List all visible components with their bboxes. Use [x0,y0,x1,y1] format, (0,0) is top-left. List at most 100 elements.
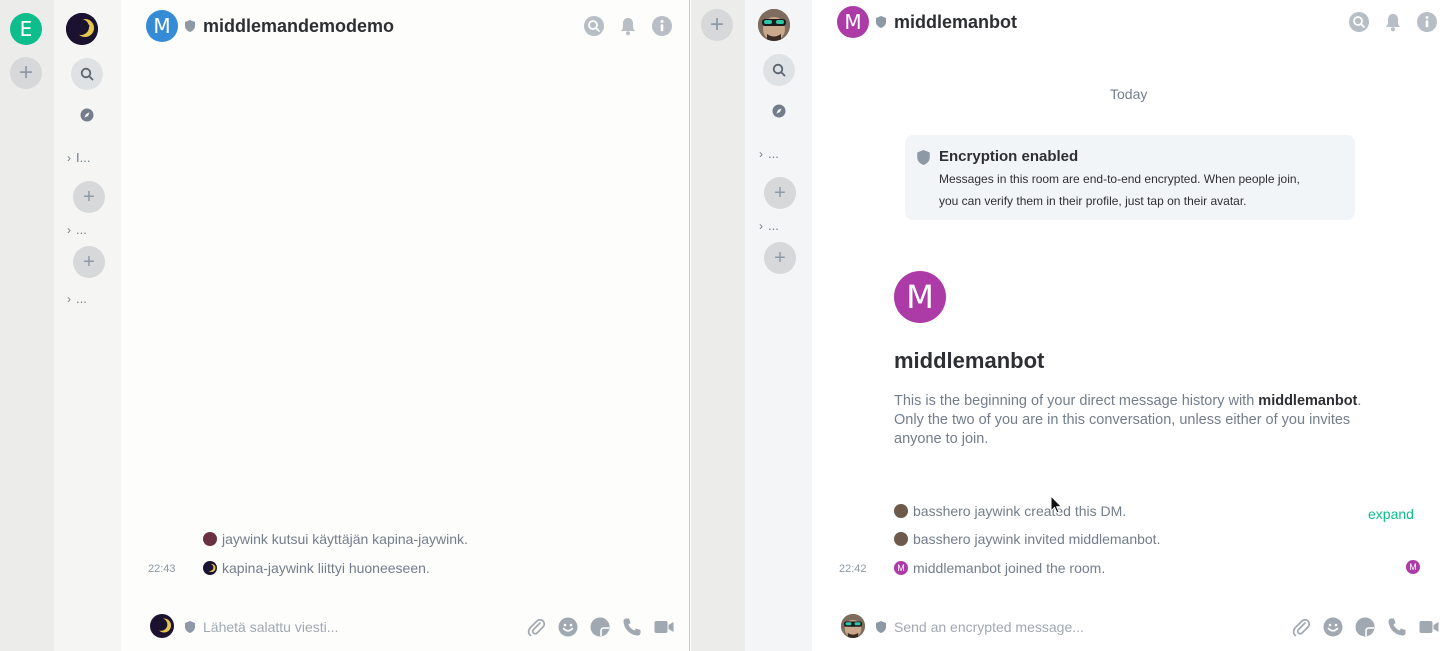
sticker-icon[interactable] [590,617,610,637]
intro-bold-name: middlemanbot [1258,393,1358,409]
room-info-icon[interactable] [1417,12,1437,32]
explore-button[interactable] [771,103,787,119]
chevron-right-icon: › [759,219,763,233]
section-header-2[interactable]: ›... [67,222,87,237]
plus-icon: + [709,11,724,38]
message-input[interactable]: Lähetä salattu viesti... [203,619,338,635]
plus-icon: + [774,182,786,204]
plus-icon: + [83,251,95,273]
chevron-right-icon: › [67,223,71,237]
home-space-avatar[interactable]: E [10,13,42,45]
shield-icon [876,621,886,633]
room-header: M middlemanbot [812,0,1454,50]
plus-icon: + [774,247,786,269]
chevron-right-icon: › [759,147,763,161]
section-label: I... [76,150,91,165]
intro-avatar-letter: M [906,278,934,316]
shield-icon [185,20,195,32]
space-bar: + [691,0,745,651]
read-receipt-letter: M [1409,562,1417,572]
section-header-2[interactable]: ›... [759,218,779,233]
section-header-1[interactable]: › I... [67,150,90,165]
intro-text-after: . [1357,393,1362,409]
create-space-button[interactable]: + [10,57,42,89]
room-name[interactable]: middlemandemodemo [203,16,394,37]
composer: Lähetä salattu viesti... [121,601,689,651]
home-space-letter: E [19,17,33,41]
create-space-button[interactable]: + [701,9,733,41]
emoji-icon[interactable] [1323,617,1343,637]
voice-call-icon[interactable] [1387,617,1407,637]
room-avatar[interactable]: M [146,10,178,42]
room-avatar[interactable]: M [837,6,869,38]
user-avatar[interactable] [66,13,98,45]
add-room-button[interactable]: + [764,242,796,274]
event-text: kapina-jaywink liittyi huoneeseen. [222,560,430,576]
sunglasses-avatar-icon [758,9,790,41]
bot-avatar-letter: M [897,563,905,573]
section-label: ... [76,291,87,306]
event-text: basshero jaywink created this DM. [913,503,1127,519]
timeline-event: M middlemanbot joined the room. [894,560,1105,576]
intro-line-3: anyone to join. [894,431,989,447]
add-room-button[interactable]: + [73,181,105,213]
search-button[interactable] [71,58,103,90]
shield-icon [185,621,195,633]
user-avatar[interactable] [758,9,790,41]
timestamp: 22:43 [148,563,176,575]
video-call-icon[interactable] [1419,617,1439,637]
moon-avatar-icon [203,561,217,575]
room-name[interactable]: middlemanbot [894,12,1017,33]
date-divider: Today [1110,86,1148,102]
voice-call-icon[interactable] [622,617,642,637]
intro-text-before: This is the beginning of your direct mes… [894,393,1259,409]
composer: Send an encrypted message... [812,601,1454,651]
read-receipt-avatar[interactable]: M [1406,560,1420,574]
event-text: basshero jaywink invited middlemanbot. [913,531,1161,547]
search-icon [80,67,94,81]
composer-user-avatar [841,614,865,638]
intro-text: This is the beginning of your direct mes… [894,392,1454,449]
user-avatar-icon [894,504,908,518]
search-icon [772,63,786,77]
section-label: ... [76,222,87,237]
composer-user-avatar [150,614,174,638]
left-client-window: E + › I... + › ... + › ... M middlemande… [0,0,690,651]
user-avatar-icon [203,532,217,546]
room-avatar-letter: M [153,14,171,38]
sticker-icon[interactable] [1355,617,1375,637]
search-button[interactable] [763,54,795,86]
moon-avatar-icon [66,13,98,45]
encryption-title: Encryption enabled [939,148,1079,165]
mouse-cursor-icon [1050,495,1063,514]
explore-button[interactable] [79,107,95,123]
plus-icon: + [18,59,33,86]
add-room-button[interactable]: + [764,177,796,209]
shield-icon [876,16,886,28]
space-bar: E + [0,0,54,651]
message-input[interactable]: Send an encrypted message... [894,619,1084,635]
encryption-text-line2: you can verify them in their profile, ju… [939,194,1247,208]
notifications-bell-icon[interactable] [618,16,638,36]
section-header-1[interactable]: ›... [759,146,779,161]
room-search-icon[interactable] [1349,12,1369,32]
moon-avatar-icon [154,618,171,633]
emoji-icon[interactable] [558,617,578,637]
chevron-right-icon: › [67,292,71,306]
intro-title: middlemanbot [894,348,1045,373]
room-info-icon[interactable] [652,16,672,36]
expand-link[interactable]: expand [1368,506,1414,522]
intro-avatar[interactable]: M [894,271,946,323]
attachment-icon[interactable] [526,617,546,637]
compass-icon [772,104,786,118]
timeline-event: jaywink kutsui käyttäjän kapina-jaywink. [203,531,468,547]
sunglasses-avatar-icon [841,614,865,638]
encryption-notice: Encryption enabled Messages in this room… [905,135,1355,220]
plus-icon: + [83,186,95,208]
notifications-bell-icon[interactable] [1383,12,1403,32]
attachment-icon[interactable] [1291,617,1311,637]
room-search-icon[interactable] [584,16,604,36]
add-room-button[interactable]: + [73,246,105,278]
section-header-3[interactable]: ›... [67,291,87,306]
video-call-icon[interactable] [654,617,674,637]
